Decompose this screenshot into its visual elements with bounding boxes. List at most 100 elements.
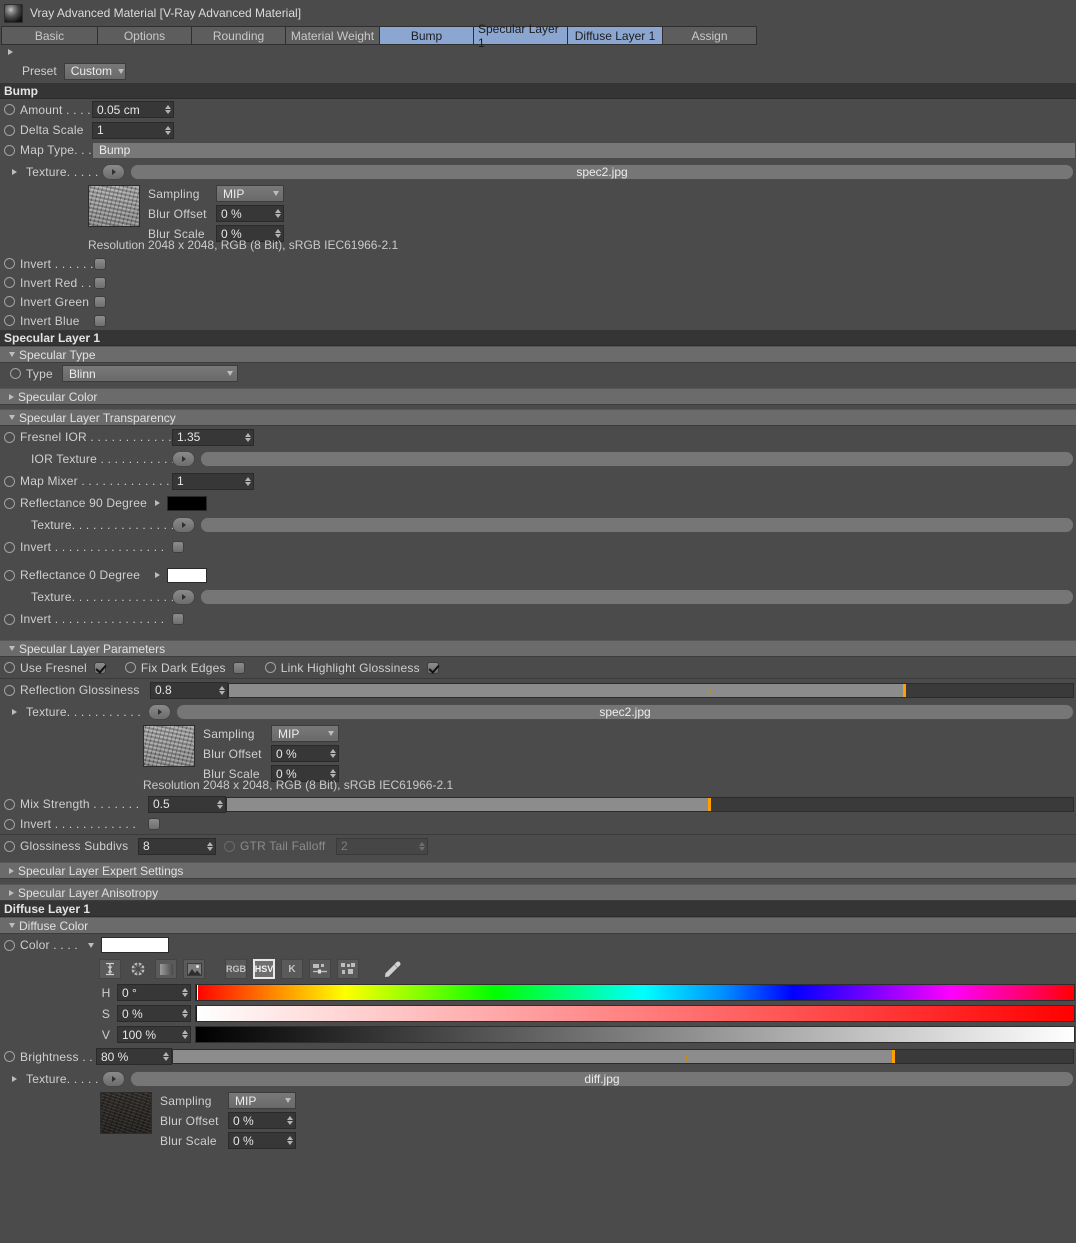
hue-gradient-bar[interactable] xyxy=(195,984,1075,1001)
expand-diffuse-color-icon[interactable] xyxy=(88,942,94,948)
glossiness-texture-menu-button[interactable] xyxy=(148,704,171,720)
brightness-slider[interactable] xyxy=(172,1049,1074,1064)
diffuse-texture-thumbnail[interactable] xyxy=(100,1092,152,1134)
saturation-field[interactable]: 0 % xyxy=(117,1005,191,1022)
tab-rounding[interactable]: Rounding xyxy=(192,26,286,45)
animate-dot-amount[interactable] xyxy=(4,104,15,115)
expand-texture-icon[interactable] xyxy=(12,709,17,715)
group-specular-layer-parameters[interactable]: Specular Layer Parameters xyxy=(0,640,1076,657)
bump-delta-scale-field[interactable]: 1 xyxy=(92,121,174,139)
image-picker-icon[interactable] xyxy=(183,959,205,979)
expand-color-icon[interactable] xyxy=(155,500,160,506)
eyedropper-icon[interactable] xyxy=(381,959,403,979)
color-field-icon[interactable] xyxy=(99,959,121,979)
stepper-icon[interactable] xyxy=(275,209,281,218)
gradient-icon[interactable] xyxy=(155,959,177,979)
animate-dot-specular-type[interactable] xyxy=(10,368,21,379)
animate-dot-reflectance-0[interactable] xyxy=(4,569,15,581)
diffuse-color-swatch[interactable] xyxy=(101,937,169,953)
brightness-field[interactable]: 80 % xyxy=(96,1048,172,1065)
glossiness-texture-field[interactable]: spec2.jpg xyxy=(176,704,1074,720)
glossiness-texture-thumbnail[interactable] xyxy=(143,725,195,767)
color-wheel-icon[interactable] xyxy=(127,959,149,979)
diffuse-texture-menu-button[interactable] xyxy=(102,1071,125,1087)
reflectance-90-texture-field[interactable] xyxy=(200,517,1074,533)
bump-amount-field[interactable]: 0.05 cm xyxy=(92,101,174,118)
value-gradient-bar[interactable] xyxy=(195,1026,1075,1043)
stepper-icon[interactable] xyxy=(165,105,171,114)
reflection-glossiness-field[interactable]: 0.8 xyxy=(150,681,228,699)
value-field[interactable]: 100 % xyxy=(117,1026,191,1043)
bump-blur-offset-field[interactable]: 0 % xyxy=(216,205,284,222)
glossiness-subdivs-field[interactable]: 8 xyxy=(138,837,216,855)
tab-options[interactable]: Options xyxy=(98,26,192,45)
bump-invert-blue-checkbox[interactable] xyxy=(94,314,106,327)
mix-invert-checkbox[interactable] xyxy=(148,818,160,830)
stepper-icon[interactable] xyxy=(217,799,223,809)
animate-dot-invert-green[interactable] xyxy=(4,296,15,307)
map-mixer-field[interactable]: 1 xyxy=(172,472,254,490)
bump-texture-thumbnail[interactable] xyxy=(88,185,140,227)
stepper-icon[interactable] xyxy=(330,749,336,758)
use-fresnel-checkbox[interactable] xyxy=(93,661,106,674)
swatches-mode-button[interactable] xyxy=(337,959,359,979)
reflectance-90-swatch[interactable] xyxy=(167,495,207,511)
bump-invert-red-checkbox[interactable] xyxy=(94,276,106,289)
saturation-gradient-bar[interactable] xyxy=(195,1005,1075,1022)
fresnel-ior-field[interactable]: 1.35 xyxy=(172,428,254,446)
tab-bump[interactable]: Bump xyxy=(380,26,474,45)
specular-type-dropdown[interactable]: Blinn xyxy=(62,365,238,382)
group-specular-layer-expert-settings[interactable]: Specular Layer Expert Settings xyxy=(0,862,1076,879)
tab-assign[interactable]: Assign xyxy=(663,26,757,45)
stepper-icon[interactable] xyxy=(165,125,171,135)
rgb-mode-button[interactable]: RGB xyxy=(225,959,247,979)
diffuse-blur-scale-field[interactable]: 0 % xyxy=(228,1132,296,1149)
stepper-icon[interactable] xyxy=(207,841,213,851)
bump-texture-field[interactable]: spec2.jpg xyxy=(130,163,1074,180)
reflectance-0-texture-field[interactable] xyxy=(200,589,1074,605)
group-specular-layer-anisotropy[interactable]: Specular Layer Anisotropy xyxy=(0,884,1076,901)
tab-bar[interactable]: Basic Options Rounding Material Weight B… xyxy=(0,22,1076,50)
reflection-glossiness-slider[interactable] xyxy=(228,682,1074,698)
diffuse-texture-field[interactable]: diff.jpg xyxy=(130,1071,1074,1087)
group-specular-color[interactable]: Specular Color xyxy=(0,388,1076,405)
reflectance-0-invert-checkbox[interactable] xyxy=(172,613,184,625)
stepper-icon[interactable] xyxy=(219,685,225,695)
bump-invert-green-checkbox[interactable] xyxy=(94,295,106,308)
color-picker-toolbar[interactable]: RGB HSV K xyxy=(99,959,403,979)
stepper-icon[interactable] xyxy=(163,1052,169,1061)
stepper-icon[interactable] xyxy=(245,476,251,486)
mix-strength-slider[interactable] xyxy=(226,796,1074,812)
animate-dot-invert-blue[interactable] xyxy=(4,315,15,326)
tab-specular-layer-1[interactable]: Specular Layer 1 xyxy=(474,22,568,50)
diffuse-sampling-dropdown[interactable]: MIP xyxy=(228,1092,296,1109)
preset-dropdown[interactable]: Custom xyxy=(63,62,126,80)
stepper-icon[interactable] xyxy=(287,1136,293,1145)
animate-dot-invert[interactable] xyxy=(4,258,15,269)
group-specular-type[interactable]: Specular Type xyxy=(0,346,1076,363)
stepper-icon[interactable] xyxy=(245,432,251,442)
kelvin-mode-button[interactable]: K xyxy=(281,959,303,979)
chevron-right-icon[interactable] xyxy=(8,49,13,55)
animate-dot-fresnel-ior[interactable] xyxy=(4,431,15,443)
expand-texture-icon[interactable] xyxy=(12,168,17,175)
ior-texture-menu-button[interactable] xyxy=(172,451,195,467)
group-specular-layer-transparency[interactable]: Specular Layer Transparency xyxy=(0,409,1076,426)
animate-dot-mix-strength[interactable] xyxy=(4,798,15,810)
reflectance-90-texture-menu-button[interactable] xyxy=(172,517,195,533)
animate-dot-map-mixer[interactable] xyxy=(4,475,15,487)
animate-dot-diffuse-color[interactable] xyxy=(4,939,15,951)
bump-invert-checkbox[interactable] xyxy=(94,257,106,270)
stepper-icon[interactable] xyxy=(182,1030,188,1039)
reflectance-0-swatch[interactable] xyxy=(167,567,207,583)
glossiness-sampling-dropdown[interactable]: MIP xyxy=(271,725,339,742)
animate-dot-glossiness-subdivs[interactable] xyxy=(4,840,15,852)
animate-dot-delta-scale[interactable] xyxy=(4,124,15,136)
hue-field[interactable]: 0 ° xyxy=(117,984,191,1001)
expand-texture-icon[interactable] xyxy=(12,1076,17,1082)
reflectance-90-invert-checkbox[interactable] xyxy=(172,541,184,553)
animate-dot-reflectance-90-invert[interactable] xyxy=(4,541,15,553)
stepper-icon[interactable] xyxy=(182,988,188,997)
bump-sampling-dropdown[interactable]: MIP xyxy=(216,185,284,202)
animate-dot-map-type[interactable] xyxy=(4,144,15,156)
